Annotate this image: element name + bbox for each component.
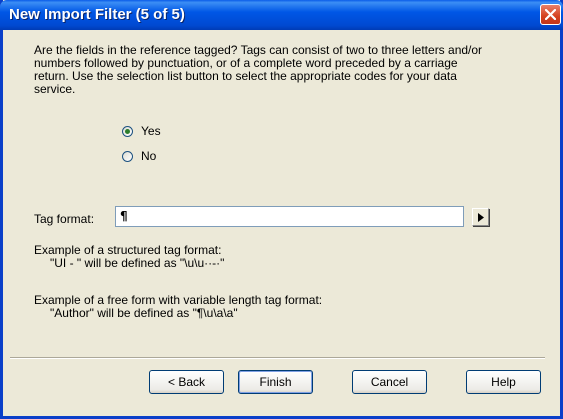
radio-no-indicator[interactable] <box>122 150 133 162</box>
separator-line <box>10 357 545 359</box>
radio-yes-indicator[interactable] <box>122 125 133 137</box>
close-button[interactable] <box>540 4 561 25</box>
structured-example-text: "UI - " will be defined as "\u\u··-·" <box>50 256 225 270</box>
back-button[interactable]: < Back <box>149 370 224 394</box>
radio-yes[interactable]: Yes <box>122 123 161 139</box>
tag-format-label: Tag format: <box>34 212 95 226</box>
title-bar[interactable]: New Import Filter (5 of 5) <box>0 0 563 30</box>
help-button[interactable]: Help <box>466 370 541 394</box>
tag-format-input[interactable]: ¶ <box>115 206 464 227</box>
triangle-right-icon <box>478 213 484 222</box>
finish-button[interactable]: Finish <box>238 370 313 394</box>
selection-list-button[interactable] <box>472 208 489 226</box>
window-title: New Import Filter (5 of 5) <box>9 6 185 23</box>
radio-selected-dot <box>125 128 130 134</box>
radio-no[interactable]: No <box>122 148 156 164</box>
radio-yes-label: Yes <box>141 124 161 138</box>
freeform-example-text: "Author" will be defined as "¶\u\a\a" <box>50 306 238 320</box>
instructions-text: Are the fields in the reference tagged? … <box>34 43 483 96</box>
radio-no-label: No <box>141 149 157 163</box>
cancel-button[interactable]: Cancel <box>352 370 427 394</box>
close-icon <box>545 9 556 20</box>
